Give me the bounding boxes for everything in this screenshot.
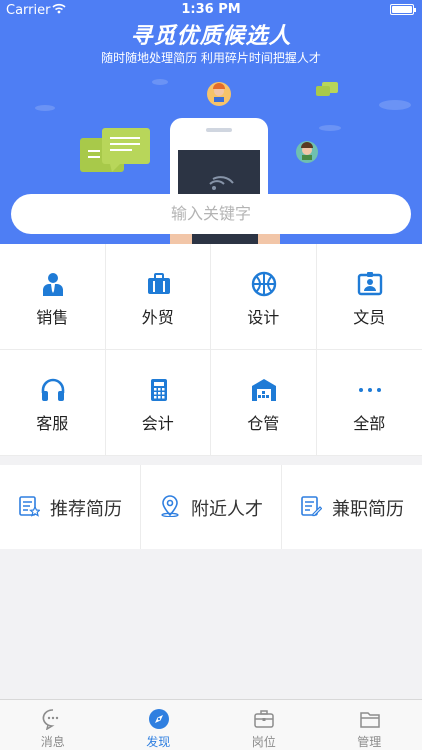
search-input[interactable]: 输入关键字 — [11, 194, 411, 234]
category-sales[interactable]: 销售 — [0, 244, 106, 350]
category-label: 文员 — [353, 308, 386, 327]
id-card-icon — [357, 271, 383, 297]
parttime-resume-icon — [300, 495, 323, 517]
tab-label: 管理 — [357, 735, 382, 749]
tab-positions[interactable]: 岗位 — [211, 700, 317, 750]
hero-subtitle: 随时随地处理简历 利用碎片时间把握人才 — [101, 51, 321, 65]
job-briefcase-icon — [253, 708, 275, 730]
recommended-resumes-button[interactable]: 推荐简历 — [0, 465, 141, 549]
category-grid: 销售 外贸 设计 文员 客服 会计 仓管 全部 — [0, 244, 422, 456]
headset-icon — [40, 377, 66, 403]
chat-icon — [42, 708, 64, 731]
location-icon — [159, 495, 181, 518]
basketball-icon — [251, 271, 277, 297]
resume-shortcuts: 推荐简历 附近人才 兼职简历 — [0, 465, 422, 549]
category-label: 客服 — [36, 414, 69, 433]
briefcase-icon — [146, 271, 172, 297]
category-service[interactable]: 客服 — [0, 350, 106, 456]
category-all[interactable]: 全部 — [316, 350, 422, 456]
category-label: 销售 — [36, 308, 69, 327]
status-time: 1:36 PM — [181, 2, 241, 17]
hero-title: 寻觅优质候选人 — [130, 24, 292, 49]
shortcut-label: 附近人才 — [191, 499, 263, 520]
compass-icon — [148, 708, 170, 730]
category-clerk[interactable]: 文员 — [316, 244, 422, 350]
recommend-resume-icon — [18, 495, 41, 517]
folder-icon — [359, 708, 381, 730]
status-bar: Carrier 1:36 PM — [0, 0, 422, 20]
salesperson-icon — [40, 271, 66, 297]
category-design[interactable]: 设计 — [211, 244, 317, 350]
shortcut-label: 兼职简历 — [332, 499, 404, 520]
battery-icon — [390, 4, 416, 15]
tab-label: 发现 — [146, 735, 171, 749]
category-label: 外贸 — [141, 308, 174, 327]
calculator-icon — [146, 377, 172, 403]
category-label: 仓管 — [247, 414, 280, 433]
category-accounting[interactable]: 会计 — [105, 350, 211, 456]
category-label: 会计 — [141, 414, 174, 433]
nearby-talent-button[interactable]: 附近人才 — [141, 465, 282, 549]
tab-discover[interactable]: 发现 — [106, 700, 212, 750]
tab-manage[interactable]: 管理 — [317, 700, 422, 750]
category-label: 全部 — [353, 414, 386, 433]
category-trade[interactable]: 外贸 — [105, 244, 211, 350]
shortcut-label: 推荐简历 — [50, 499, 122, 520]
category-label: 设计 — [247, 308, 280, 327]
more-icon — [357, 377, 383, 403]
tab-bar: 消息 发现 岗位 管理 — [0, 699, 422, 750]
warehouse-icon — [251, 377, 277, 403]
tab-messages[interactable]: 消息 — [0, 700, 106, 750]
category-warehouse[interactable]: 仓管 — [211, 350, 317, 456]
tab-label: 消息 — [40, 735, 65, 749]
parttime-resumes-button[interactable]: 兼职简历 — [282, 465, 422, 549]
tab-label: 岗位 — [251, 735, 276, 749]
